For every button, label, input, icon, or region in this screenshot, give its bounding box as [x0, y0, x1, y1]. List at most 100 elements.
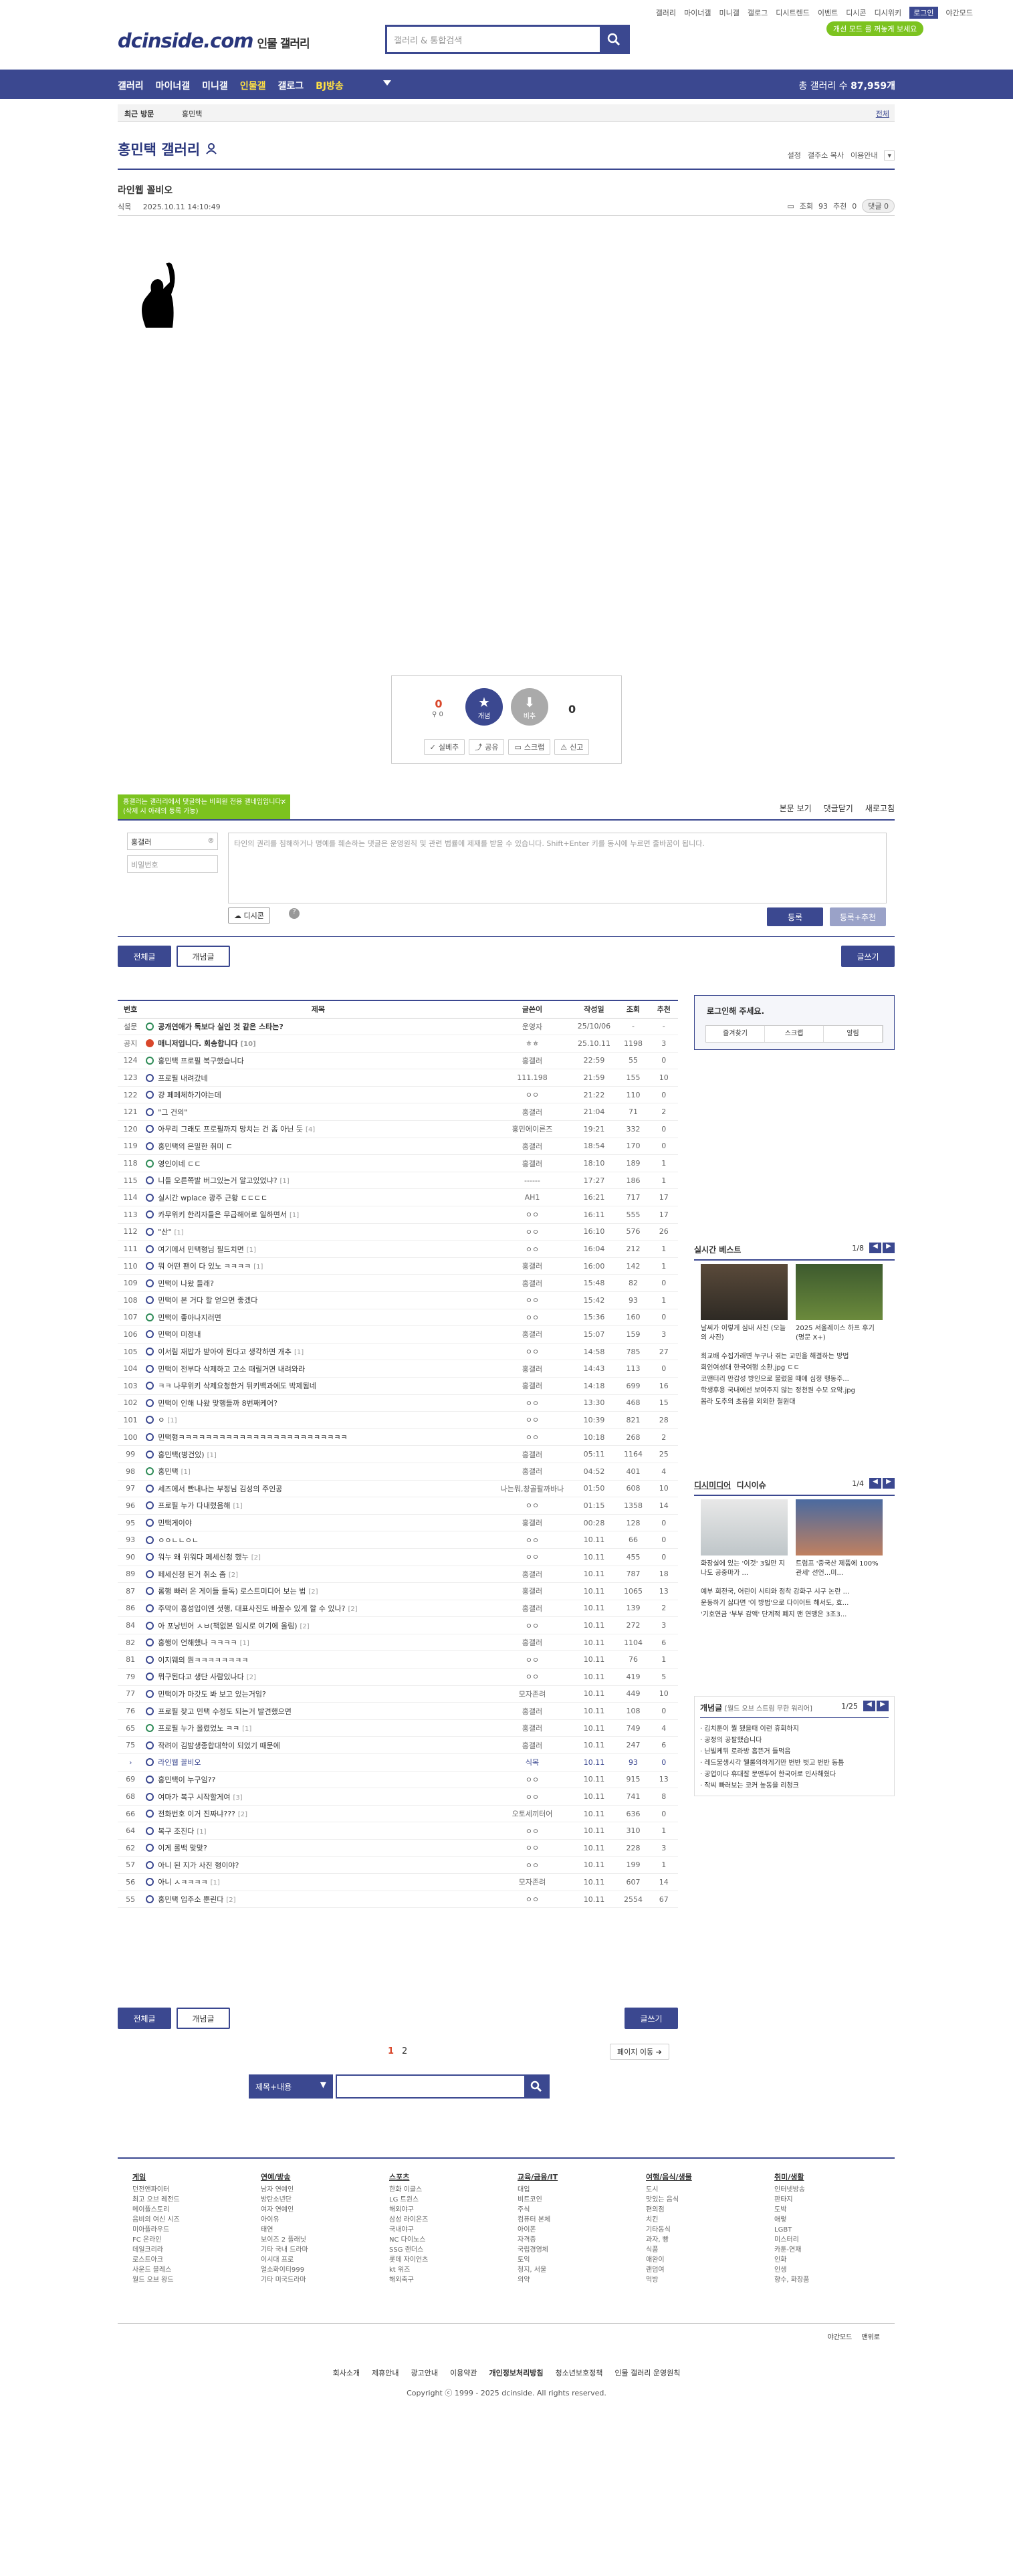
post-title-link[interactable]: 이게 롤백 맞맞? [158, 1844, 207, 1852]
footer-link[interactable]: kt 위즈 [389, 2265, 428, 2275]
post-author[interactable]: 식목 [118, 203, 131, 211]
all-posts-button[interactable]: 전체글 [118, 946, 171, 967]
post-writer[interactable]: ㅇㅇ [493, 1788, 572, 1806]
table-row[interactable]: 123 프로필 내려갔네 111.198 21:59 155 10 [118, 1069, 678, 1087]
table-row[interactable]: 75 작려이 김밤생종합대학이 되었기 때문에 홍갤러 10.11 247 6 [118, 1736, 678, 1755]
table-row[interactable]: 81 이지웨의 뭔ㅋㅋㅋㅋㅋㅋㅋㅋ ㅇㅇ 10.11 76 1 [118, 1650, 678, 1669]
reply-count[interactable]: [1] [197, 1828, 206, 1836]
recommend-button[interactable]: ★ 개념 [465, 688, 503, 726]
post-title-link[interactable]: 홍민택 입주소 뿐린다 [158, 1895, 223, 1904]
post-title-cell[interactable]: "산" [1] [143, 1223, 493, 1241]
tab-dc-media[interactable]: 디시미디어 [694, 1481, 731, 1490]
post-writer[interactable]: 홍갤러 [493, 1138, 572, 1156]
footer-bottom-link[interactable]: 광고안내 [411, 2367, 438, 2378]
reco-action-button[interactable]: ⤴ 공유 [469, 739, 505, 755]
concept-posts-button[interactable]: 개념글 [177, 946, 230, 967]
post-writer[interactable]: 홍갤러 [493, 1325, 572, 1344]
footer-link[interactable]: 향수, 화장품 [774, 2275, 809, 2285]
table-row[interactable]: 109 민택이 나왔 들래? 홍갤러 15:48 82 0 [118, 1274, 678, 1292]
post-writer[interactable]: 홍갤러 [493, 1463, 572, 1481]
top-link[interactable]: 갤로그 [748, 7, 768, 18]
footer-link[interactable]: 아이유 [261, 2215, 308, 2225]
post-title-link[interactable]: 아니 ㅅㅋㅋㅋㅋ [158, 1878, 207, 1887]
footer-link[interactable]: 사운드 블레스 [132, 2265, 180, 2275]
footer-link[interactable]: 치킨 [646, 2215, 692, 2225]
post-title-cell[interactable]: 뭐 어떤 팬이 다 있노 ㅋㅋㅋㅋ [1] [143, 1257, 493, 1275]
post-writer[interactable]: 모자존려 [493, 1685, 572, 1703]
post-title-cell[interactable]: ㅇ [1] [143, 1411, 493, 1429]
footer-column-title[interactable]: 게임 [132, 2172, 180, 2182]
reply-count[interactable]: [2] [251, 1554, 261, 1562]
concept-list-item[interactable]: · 김치툰이 뭘 됐을때 이런 휴회하지 [700, 1723, 889, 1735]
concept-list-item[interactable]: · 닌빌케뒤 로라방 흡뜬거 들먹음 [700, 1746, 889, 1757]
unrecommend-button[interactable]: ⬇ 비추 [511, 688, 548, 726]
table-row[interactable]: 98 홍민택 [1] 홍갤러 04:52 401 4 [118, 1463, 678, 1481]
write-button[interactable]: 글쓰기 [841, 946, 895, 967]
post-title-cell[interactable]: 걍 페페체하기야는데 [143, 1086, 493, 1104]
dc-thumb-2[interactable] [796, 1499, 883, 1555]
table-row[interactable]: 76 프로필 찾고 민택 수정도 되는거 발견했으면 홍갤러 10.11 108 0 [118, 1702, 678, 1720]
comment-textarea[interactable]: 타인의 권리를 침해하거나 명예를 훼손하는 댓글은 운영원칙 및 관련 법률에… [228, 833, 887, 903]
post-writer[interactable]: 홍갤러 [493, 1719, 572, 1737]
footer-column-title[interactable]: 여행/음식/생물 [646, 2172, 692, 2182]
dc-thumb-1[interactable] [701, 1499, 788, 1555]
reply-count[interactable]: [1] [167, 1417, 177, 1424]
footer-link[interactable]: SSG 랜더스 [389, 2245, 428, 2255]
post-title-cell[interactable]: 아 포낭빈어 ㅅㅂ(책없본 임시로 여기에 올림) [2] [143, 1616, 493, 1634]
post-title-cell[interactable]: 여마가 복구 시작할게여 [3] [143, 1788, 493, 1806]
post-title-link[interactable]: 아니 된 지가 사진 형이야? [158, 1861, 239, 1870]
reply-count[interactable]: [1] [294, 1349, 304, 1356]
post-writer[interactable]: 홍갤러 [493, 1445, 572, 1463]
tab-dc-issue[interactable]: 디시이슈 [737, 1481, 766, 1490]
footer-link[interactable]: 로스트아크 [132, 2255, 180, 2265]
post-title-link[interactable]: 여마가 복구 시작할게여 [158, 1793, 230, 1802]
post-writer[interactable]: 홍민에이른즈 [493, 1120, 572, 1138]
table-row[interactable]: 97 세즈에서 빤내나는 부정님 김성의 주인공 나는뭐,창골팔까바나 01:50 60… [118, 1480, 678, 1498]
reply-count[interactable]: [2] [308, 1588, 318, 1596]
post-title-cell[interactable]: 니들 오른쪽발 버그있는거 알고있었냐? [1] [143, 1172, 493, 1190]
post-writer[interactable]: ㅇㅇ [493, 1394, 572, 1412]
gallery-tool[interactable]: 갤주소 복사 [808, 150, 844, 160]
post-title-cell[interactable]: 민택이 인해 나왔 맞행들까 8번째케어? [143, 1394, 493, 1412]
concept-list-item[interactable]: · 레드불생시각 웰룰의하게기만 번반 벗고 번반 동틈 [700, 1757, 889, 1769]
footer-link[interactable]: 먹방 [646, 2275, 692, 2285]
gnb-item[interactable]: 갤로그 [277, 79, 304, 92]
post-writer[interactable]: ㅇㅇ [493, 1616, 572, 1634]
reply-count[interactable]: [1] [280, 1178, 290, 1185]
post-title-link[interactable]: 민택이 본 거다 할 얻으면 좋겠다 [158, 1296, 257, 1305]
post-title-cell[interactable]: 홍민택 프로필 복구했습니다 [143, 1052, 493, 1070]
post-title-cell[interactable]: 라인웹 꼴비오 [143, 1753, 493, 1772]
table-row[interactable]: 66 전화번호 이거 진짜냐??? [2] 오토세끼터어 10.11 636 0 [118, 1805, 678, 1823]
footer-link[interactable]: 컴퓨터 본체 [518, 2215, 558, 2225]
footer-link[interactable]: 미스터리 [774, 2235, 809, 2245]
post-title-link[interactable]: 민택이 인해 나왔 맞행들까 8번째케어? [158, 1399, 277, 1408]
post-title-link[interactable]: 민택이 나왔 들래? [158, 1279, 214, 1288]
post-writer[interactable]: ㅎㅎ [493, 1035, 572, 1053]
table-row[interactable]: 102 민택이 인해 나왔 맞행들까 8번째케어? ㅇㅇ 13:30 468 15 [118, 1394, 678, 1412]
post-title-link[interactable]: 뭐구된다고 생단 사람있나다 [158, 1673, 243, 1681]
table-row[interactable]: 96 프로필 누가 다내렸음해 [1] ㅇㅇ 01:15 1358 14 [118, 1497, 678, 1515]
gnb-item[interactable]: 마이너갤 [156, 79, 191, 92]
post-title-cell[interactable]: 세즈에서 빤내나는 부정님 김성의 주인공 [143, 1480, 493, 1498]
post-title-link[interactable]: "산" [158, 1228, 171, 1237]
reply-count[interactable]: [4] [306, 1126, 315, 1134]
table-row[interactable]: 115 니들 오른쪽발 버그있는거 알고있었냐? [1] ------ 17:27 186… [118, 1172, 678, 1190]
footer-bottom-link[interactable]: 제휴안내 [372, 2367, 399, 2378]
reply-count[interactable]: [2] [226, 1897, 235, 1904]
reply-count[interactable]: [3] [233, 1794, 242, 1802]
footer-link[interactable]: 해외축구 [389, 2275, 428, 2285]
post-title-cell[interactable]: 홍민택 입주소 뿐린다 [2] [143, 1891, 493, 1909]
post-writer[interactable]: ㅇㅇ [493, 1240, 572, 1258]
post-title-link[interactable]: 홍민택(병건있) [158, 1451, 204, 1459]
post-writer[interactable]: 홍갤러 [493, 1154, 572, 1172]
realtime-thumb-2[interactable] [796, 1264, 883, 1320]
table-row[interactable]: 68 여마가 복구 시작할게여 [3] ㅇㅇ 10.11 741 8 [118, 1788, 678, 1806]
post-title-link[interactable]: 복구 조진다 [158, 1827, 194, 1836]
dc-list-item[interactable]: '기호연금 '부부 감액' 단계적 폐지 맨 연맹은 3조3... [701, 1609, 892, 1620]
footer-link[interactable]: 주식 [518, 2205, 558, 2215]
folder-icon[interactable]: ▭ [787, 202, 794, 211]
post-title-cell[interactable]: 민택이 본 거다 할 얻으면 좋겠다 [143, 1291, 493, 1309]
post-title-cell[interactable]: 민택이 나왔 들래? [143, 1274, 493, 1292]
table-row[interactable]: 101 ㅇ [1] ㅇㅇ 10:39 821 28 [118, 1411, 678, 1429]
footer-column-title[interactable]: 교육/금융/IT [518, 2172, 558, 2182]
